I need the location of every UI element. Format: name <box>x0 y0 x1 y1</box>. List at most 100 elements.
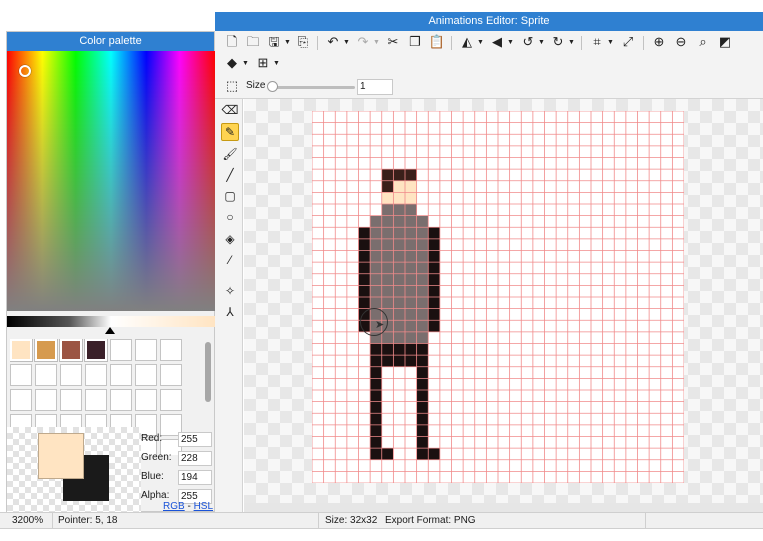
sprite-pixel <box>416 262 429 274</box>
ellipse-tool[interactable]: ○ <box>221 208 239 226</box>
red-input[interactable]: 255 <box>178 432 212 447</box>
sprite-pixel <box>428 308 440 321</box>
eraser-tool[interactable]: ⌫ <box>221 101 239 119</box>
fill-tool[interactable]: ◈ <box>221 230 239 248</box>
green-input[interactable]: 228 <box>178 451 212 466</box>
pencil-tool[interactable]: ✎ <box>221 123 239 141</box>
zoom-out-icon[interactable]: ⊖ <box>673 34 689 50</box>
color-swatch[interactable] <box>84 339 108 362</box>
sprite-pixel <box>405 331 417 344</box>
sprite-pixel <box>358 262 371 274</box>
rectangle-tool[interactable]: ▢ <box>221 187 239 205</box>
sprite-pixel <box>428 273 440 286</box>
background-toggle-icon[interactable]: ◩ <box>717 34 733 50</box>
brush-icon: 🖌 <box>222 147 238 161</box>
empty-swatch[interactable] <box>110 364 132 386</box>
empty-swatch[interactable] <box>110 339 132 361</box>
crop-caret-icon[interactable]: ▼ <box>607 39 614 46</box>
layers-caret-icon[interactable]: ▼ <box>242 60 249 67</box>
empty-swatch[interactable] <box>10 364 32 386</box>
save-dropdown-caret-icon[interactable]: ▼ <box>284 39 291 46</box>
empty-swatch[interactable] <box>35 389 57 411</box>
size-slider-thumb[interactable] <box>267 81 278 92</box>
rgb-mode-link[interactable]: RGB <box>163 501 185 512</box>
save-icon[interactable]: 🖫 <box>266 34 282 50</box>
empty-swatch[interactable] <box>35 364 57 386</box>
grid-caret-icon[interactable]: ▼ <box>273 60 280 67</box>
eyedropper-tool[interactable]: ⁄ <box>221 251 239 269</box>
color-swatch[interactable] <box>34 339 58 362</box>
size-slider-track[interactable] <box>270 86 355 89</box>
rotate-right-icon[interactable]: ↻ <box>550 34 566 50</box>
luminance-slider[interactable] <box>7 316 215 327</box>
sprite-pixel <box>393 215 405 228</box>
zoom-fit-icon[interactable]: ⌕ <box>695 34 711 50</box>
sprite-pixel <box>405 285 417 297</box>
export-icon[interactable]: ⎘ <box>295 34 311 50</box>
color-swatch[interactable] <box>10 339 33 362</box>
empty-swatch[interactable] <box>60 364 82 386</box>
empty-swatch[interactable] <box>85 389 107 411</box>
sprite-pixel <box>416 390 429 402</box>
brush-tool[interactable]: 🖌 <box>221 145 239 163</box>
sprite-pixel <box>393 297 405 309</box>
toolbar-separator <box>451 36 452 50</box>
resize-icon[interactable]: ⤢ <box>620 34 636 50</box>
empty-swatch[interactable] <box>135 364 157 386</box>
luminance-marker-icon[interactable] <box>105 327 115 334</box>
sprite-pixel <box>381 273 394 286</box>
toolbar-separator <box>317 36 318 50</box>
layers-icon[interactable]: ◆ <box>224 55 240 71</box>
paste-icon[interactable]: 📋 <box>429 34 445 50</box>
undo-icon[interactable]: ↶ <box>325 34 341 50</box>
empty-swatch[interactable] <box>160 389 182 411</box>
selection-marquee-icon[interactable]: ⬚ <box>224 78 240 94</box>
sprite-canvas[interactable] <box>312 111 684 483</box>
line-tool[interactable]: ╱ <box>221 166 239 184</box>
sprite-pixel <box>405 215 417 228</box>
canvas-area[interactable]: ➤ <box>244 99 763 512</box>
empty-swatch[interactable] <box>110 389 132 411</box>
empty-swatch[interactable] <box>160 339 182 361</box>
transform-tool[interactable]: ⅄ <box>221 303 239 321</box>
redo-dropdown-caret-icon[interactable]: ▼ <box>373 39 380 46</box>
undo-dropdown-caret-icon[interactable]: ▼ <box>343 39 350 46</box>
spectrum-handle[interactable] <box>19 65 31 77</box>
selection-tool[interactable]: ✧ <box>221 282 239 300</box>
copy-icon[interactable]: ❐ <box>407 34 423 50</box>
sprite-pixel <box>393 250 405 263</box>
color-swatch[interactable] <box>59 339 83 362</box>
crop-icon[interactable]: ⌗ <box>589 34 605 50</box>
rotate-right-caret-icon[interactable]: ▼ <box>568 39 575 46</box>
empty-swatch[interactable] <box>135 339 157 361</box>
new-file-icon[interactable]: 🗋 <box>224 34 240 50</box>
toolbar-separator <box>643 36 644 50</box>
pencil-icon: ✎ <box>224 125 236 139</box>
zoom-in-icon[interactable]: ⊕ <box>651 34 667 50</box>
open-folder-icon[interactable]: 🗀 <box>245 34 261 50</box>
cut-icon[interactable]: ✂ <box>385 34 401 50</box>
flip-horizontal-caret-icon[interactable]: ▼ <box>477 39 484 46</box>
primary-color-box[interactable] <box>38 433 84 479</box>
flip-vertical-caret-icon[interactable]: ▼ <box>507 39 514 46</box>
canvas-horizontal-scrollbar[interactable] <box>244 503 763 512</box>
swatch-scrollbar[interactable] <box>205 342 211 402</box>
empty-swatch[interactable] <box>135 389 157 411</box>
rotate-left-icon[interactable]: ↺ <box>520 34 536 50</box>
empty-swatch[interactable] <box>60 389 82 411</box>
sprite-pixel <box>393 308 405 321</box>
grid-icon[interactable]: ⊞ <box>255 55 271 71</box>
empty-swatch[interactable] <box>10 389 32 411</box>
flip-vertical-icon[interactable]: ◀ <box>489 34 505 50</box>
redo-icon[interactable]: ↷ <box>355 34 371 50</box>
empty-swatch[interactable] <box>160 364 182 386</box>
sprite-pixel <box>370 401 382 414</box>
hsl-mode-link[interactable]: HSL <box>194 501 213 512</box>
rotate-left-caret-icon[interactable]: ▼ <box>538 39 545 46</box>
sprite-pixel <box>358 285 371 297</box>
size-input[interactable]: 1 <box>357 79 393 95</box>
empty-swatch[interactable] <box>85 364 107 386</box>
flip-horizontal-icon[interactable]: ◭ <box>459 34 475 50</box>
color-spectrum-picker[interactable] <box>7 51 215 311</box>
blue-input[interactable]: 194 <box>178 470 212 485</box>
